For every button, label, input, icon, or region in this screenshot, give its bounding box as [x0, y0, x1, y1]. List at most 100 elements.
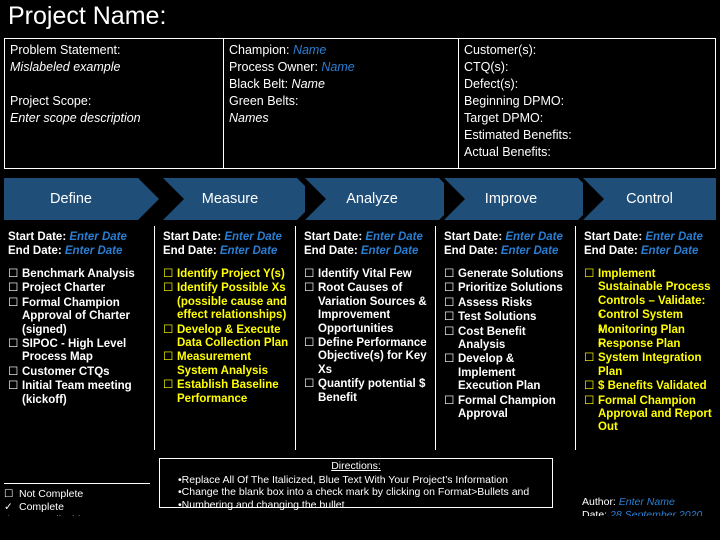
- list-item[interactable]: ☐ Develop & Implement Execution Plan: [444, 353, 569, 393]
- column-divider: [575, 226, 576, 450]
- chevron-arrow-icon: [138, 178, 159, 220]
- list-item-label: Generate Solutions: [458, 268, 564, 280]
- info-cell-metrics: Customer(s): CTQ(s): Defect(s): Beginnin…: [459, 39, 715, 168]
- list-item[interactable]: ☐ Measurement System Analysis: [163, 351, 289, 378]
- legend-label: Complete: [19, 501, 64, 513]
- metric-line: Actual Benefits:: [464, 145, 551, 159]
- legend-item-not-complete: ☐ Not Complete: [4, 488, 150, 501]
- chevron-measure[interactable]: Measure: [163, 178, 318, 220]
- list-item[interactable]: ☐ Formal Champion Approval and Report Out: [584, 395, 712, 435]
- metric-line: Customer(s):: [464, 43, 537, 57]
- control-end-value: Enter Date: [640, 245, 699, 257]
- list-item[interactable]: ☐ Identify Vital Few: [304, 268, 428, 281]
- empty-checkbox-icon: ☐: [444, 325, 455, 338]
- list-item[interactable]: ☐ Implement Sustainable Process Controls …: [584, 268, 712, 308]
- list-item-label: Assess Risks: [458, 296, 533, 309]
- measure-end-value: Enter Date: [219, 245, 278, 257]
- list-item[interactable]: ☐ Customer CTQs: [8, 366, 148, 379]
- define-end-label: End Date:: [8, 245, 62, 257]
- chevron-define[interactable]: Define: [4, 178, 159, 220]
- list-item[interactable]: ☐ Project Charter: [8, 282, 148, 295]
- footer-bar: [0, 516, 720, 540]
- improve-end-value: Enter Date: [500, 245, 559, 257]
- process-owner-value: Name: [321, 60, 355, 74]
- list-item-label: SIPOC - High Level Process Map: [22, 338, 127, 364]
- chevron-control[interactable]: Control: [583, 178, 716, 220]
- project-scope-value: Enter scope description: [10, 111, 141, 125]
- metric-line: Estimated Benefits:: [464, 128, 572, 142]
- empty-checkbox-icon: ☐: [304, 268, 315, 280]
- list-item[interactable]: ▪ Control System: [584, 309, 712, 322]
- author-row: Author: Enter Name: [582, 496, 716, 509]
- empty-checkbox-icon: ☐: [584, 268, 595, 280]
- list-item[interactable]: ☐ $ Benefits Validated: [584, 380, 712, 393]
- list-item[interactable]: ☐ Test Solutions: [444, 311, 569, 324]
- improve-dates: Start Date: Enter Date End Date: Enter D…: [444, 230, 569, 258]
- problem-statement-label: Problem Statement:: [10, 43, 121, 57]
- green-belts-label: Green Belts:: [229, 94, 299, 108]
- list-item[interactable]: ☐ Prioritize Solutions: [444, 282, 569, 295]
- define-checklist: ☐ Benchmark Analysis ☐ Project Charter ☐ Fo…: [8, 268, 148, 407]
- list-item[interactable]: ☐ Establish Baseline Performance: [163, 379, 289, 406]
- green-belts-value: Names: [229, 111, 269, 125]
- list-item[interactable]: ☐ Formal Champion Approval: [444, 395, 569, 422]
- list-item-label: Implement Sustainable Process Controls –…: [598, 268, 711, 307]
- improve-start-value: Enter Date: [505, 231, 563, 243]
- define-start-label: Start Date:: [8, 231, 67, 243]
- list-item-label: Define Performance Objective(s) for Key …: [318, 337, 427, 376]
- chevron-analyze[interactable]: Analyze: [305, 178, 460, 220]
- chevron-improve[interactable]: Improve: [444, 178, 599, 220]
- list-item-label: Control System: [598, 309, 683, 322]
- phase-chevron-band: Define Measure Analyze Improve Control: [0, 178, 720, 222]
- list-item[interactable]: ☐ Identify Project Y(s): [163, 268, 289, 281]
- black-belt-label: Black Belt:: [229, 77, 289, 91]
- list-item[interactable]: ☐ Initial Team meeting (kickoff): [8, 380, 148, 407]
- list-item[interactable]: ☐ Formal Champion Approval of Charter (si…: [8, 297, 148, 337]
- list-item-label: System Integration Plan: [598, 352, 702, 378]
- champion-label: Champion:: [229, 43, 290, 57]
- process-owner-label: Process Owner:: [229, 60, 318, 74]
- chevron-notch-icon: [583, 178, 604, 220]
- info-cell-problem-scope: Problem Statement: Mislabeled example Pr…: [5, 39, 224, 168]
- list-item[interactable]: ☐ System Integration Plan: [584, 352, 712, 379]
- list-item[interactable]: ☐ Cost Benefit Analysis: [444, 326, 569, 353]
- chevron-measure-label: Measure: [201, 191, 259, 207]
- list-item[interactable]: ☐ Generate Solutions: [444, 268, 569, 281]
- problem-statement-value: Mislabeled example: [10, 60, 121, 74]
- list-item-label: Project Charter: [22, 282, 106, 295]
- list-item-label: Measurement System Analysis: [177, 351, 268, 377]
- chevron-improve-label: Improve: [484, 191, 538, 207]
- phase-columns: Start Date: Enter Date End Date: Enter D…: [0, 226, 720, 458]
- list-item[interactable]: ☐ Define Performance Objective(s) for Key…: [304, 337, 428, 377]
- directions-line: •Replace All Of The Italicized, Blue Tex…: [178, 473, 508, 486]
- metric-line: CTQ(s):: [464, 60, 509, 74]
- directions-heading: Directions:: [331, 460, 381, 472]
- author-label: Author:: [582, 496, 616, 508]
- list-item[interactable]: ☐ SIPOC - High Level Process Map: [8, 338, 148, 365]
- empty-checkbox-icon: ☐: [584, 352, 595, 365]
- list-item-label: Quantify potential $ Benefit: [318, 378, 426, 404]
- list-item[interactable]: ▪ Monitoring Plan: [584, 324, 712, 337]
- page-title: Project Name:: [8, 2, 167, 30]
- column-divider: [154, 226, 155, 450]
- legend-label: Not Complete: [19, 488, 84, 500]
- empty-checkbox-icon: ☐: [304, 282, 315, 295]
- list-item[interactable]: ☐ Quantify potential $ Benefit: [304, 378, 428, 405]
- list-item[interactable]: ▪ Response Plan: [584, 338, 712, 351]
- list-item-label: Identify Project Y(s): [177, 268, 285, 280]
- champion-value: Name: [292, 43, 327, 57]
- list-item[interactable]: ☐ Develop & Execute Data Collection Plan: [163, 324, 289, 351]
- control-start-label: Start Date:: [584, 231, 643, 243]
- chevron-define-label: Define: [50, 191, 92, 207]
- metric-line: Beginning DPMO:: [464, 94, 565, 108]
- list-item[interactable]: ☐ Root Causes of Variation Sources & Impr…: [304, 282, 428, 336]
- list-item[interactable]: ☐ Assess Risks: [444, 297, 569, 310]
- check-mark-icon: ✓: [4, 501, 13, 513]
- list-item-label: Initial Team meeting (kickoff): [22, 380, 132, 406]
- list-item[interactable]: ☐ Benchmark Analysis: [8, 268, 148, 281]
- analyze-start-value: Enter Date: [365, 231, 423, 243]
- list-item-label: Develop & Execute Data Collection Plan: [177, 323, 289, 350]
- phase-column-measure: Start Date: Enter Date End Date: Enter D…: [159, 226, 293, 407]
- list-item-label: Root Causes of Variation Sources & Impro…: [318, 282, 427, 335]
- list-item[interactable]: ☐ Identify Possible Xs (possible cause an…: [163, 282, 289, 322]
